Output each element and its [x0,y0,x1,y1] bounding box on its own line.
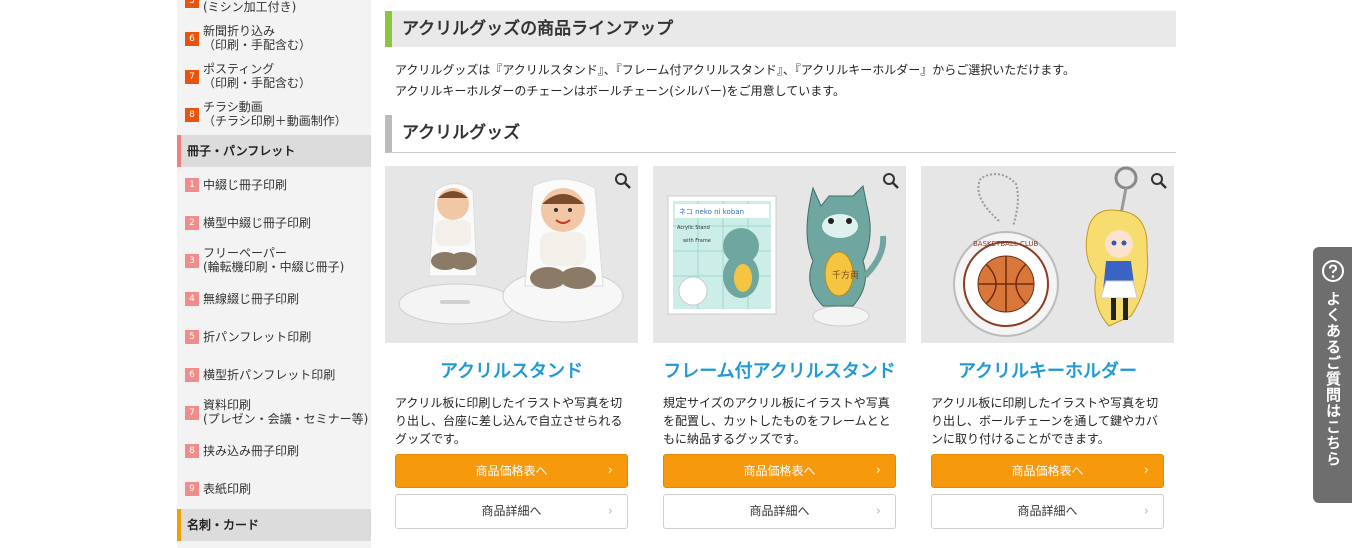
sidebar-item-perfect-binding[interactable]: 4 無線綴じ冊子印刷 [177,291,371,307]
product-title[interactable]: アクリルキーホルダー [921,357,1174,383]
sidebar-nav: 5 (ミシン加工付き) 6 新聞折り込み （印刷・手配含む） 7 ポスティング … [177,0,371,548]
chevron-right-icon: › [1143,463,1149,478]
sidebar-item-flyer-video[interactable]: 8 チラシ動画 （チラシ印刷＋動画制作） [177,100,371,130]
product-detail-button[interactable]: 商品詳細へ › [663,494,896,529]
sidebar-item-folded-pamphlet[interactable]: 5 折パンフレット印刷 [177,329,371,345]
product-description: 規定サイズのアクリル板にイラストや写真を配置し、カットしたものをフレームとともに… [663,396,891,446]
item-number-badge: 4 [185,292,199,306]
sidebar-item-label: 折パンフレット印刷 [203,330,312,344]
coin-text: 千方両 [832,269,859,281]
button-label: 商品詳細へ [1017,504,1078,518]
sidebar-item-label: フリーペーパー (輪転機印刷・中綴じ冊子) [203,246,345,274]
sidebar-item-label: 中綴じ冊子印刷 [203,178,288,192]
question-icon [1322,260,1344,282]
keyholder-illustration: BASKETBALL CLUB [921,166,1174,343]
item-number-badge: 8 [185,444,199,458]
sidebar-item-label: 表紙印刷 [203,482,252,496]
button-label: 商品詳細へ [481,504,542,518]
item-number-badge: 2 [185,216,199,230]
zoom-icon[interactable] [1150,172,1168,190]
faq-tab-label: よくあるご質問はこちら [1324,291,1342,467]
item-number-badge: 3 [185,254,199,268]
frame-caption-1: Acrylic Stand [677,225,710,231]
sidebar-item-landscape-saddle-stitch[interactable]: 2 横型中綴じ冊子印刷 [177,215,371,231]
product-image-frame-acrylic-stand[interactable]: ネコ neko ni koban Acrylic Stand with Fram… [653,166,906,343]
chevron-right-icon: › [1143,504,1149,519]
item-number-badge: 1 [185,178,199,192]
product-card-frame-acrylic-stand: ネコ neko ni koban Acrylic Stand with Fram… [653,166,906,536]
sidebar-item-newspaper-insert[interactable]: 6 新聞折り込み （印刷・手配含む） [177,24,371,54]
sidebar-item-free-paper[interactable]: 3 フリーペーパー (輪転機印刷・中綴じ冊子) [177,246,371,276]
product-description: アクリル板に印刷したイラストや写真を切り出し、台座に差し込んで自立させられるグッ… [395,396,623,446]
sidebar-item-document-print[interactable]: 7 資料印刷 (プレゼン・会議・セミナー等) [177,398,371,428]
sidebar-item-cover-print[interactable]: 9 表紙印刷 [177,481,371,497]
item-number-badge: 7 [185,406,199,420]
sidebar-item-label: 横型折パンフレット印刷 [203,368,336,382]
page-title: アクリルグッズの商品ラインアップ [385,11,1176,47]
sidebar-item-label: (ミシン加工付き) [203,0,297,14]
section-heading: アクリルグッズ [385,115,1176,153]
chevron-right-icon: › [607,504,613,519]
item-number-badge: 6 [185,368,199,382]
item-number-badge: 5 [185,330,199,344]
price-table-button[interactable]: 商品価格表へ › [931,454,1164,488]
product-image-acrylic-stand[interactable] [385,166,638,343]
cat-frame-stand-illustration: ネコ neko ni koban Acrylic Stand with Fram… [653,166,906,343]
chevron-right-icon: › [875,504,881,519]
button-label: 商品価格表へ [475,464,548,478]
baby-acrylic-stand-illustration [385,166,638,343]
price-table-button[interactable]: 商品価格表へ › [663,454,896,488]
sidebar-item-saddle-stitch[interactable]: 1 中綴じ冊子印刷 [177,177,371,193]
item-number-badge: 9 [185,482,199,496]
sidebar-item-label: 横型中綴じ冊子印刷 [203,216,312,230]
item-number-badge: 6 [185,32,199,46]
item-number-badge: 8 [185,108,199,122]
product-description: アクリル板に印刷したイラストや写真を切り出し、ボールチェーンを通して鍵やカバンに… [931,396,1159,446]
item-number-badge: 5 [185,0,199,8]
sidebar-item-label: チラシ動画 （チラシ印刷＋動画制作） [203,100,347,128]
chevron-right-icon: › [607,463,613,478]
sidebar-item-posting[interactable]: 7 ポスティング （印刷・手配含む） [177,62,371,92]
faq-tab-button[interactable]: よくあるご質問はこちら [1313,247,1352,503]
chevron-right-icon: › [875,463,881,478]
sidebar-item-label: 新聞折り込み （印刷・手配含む） [203,24,312,52]
sidebar-item-label: ポスティング （印刷・手配含む） [203,62,312,90]
zoom-icon[interactable] [614,172,632,190]
intro-line-1: アクリルグッズは『アクリルスタンド』、『フレーム付アクリルスタンド』、『アクリル… [395,63,1076,77]
intro-text: アクリルグッズは『アクリルスタンド』、『フレーム付アクリルスタンド』、『アクリル… [395,60,1185,102]
sidebar-item-insert-booklet[interactable]: 8 挟み込み冊子印刷 [177,443,371,459]
intro-line-2: アクリルキーホルダーのチェーンはボールチェーン(シルバー)をご用意しています。 [395,84,846,98]
product-card-acrylic-stand: アクリルスタンド アクリル板に印刷したイラストや写真を切り出し、台座に差し込んで… [385,166,638,536]
sidebar-item-5-top[interactable]: 5 (ミシン加工付き) [177,0,371,14]
sidebar-section-booklet[interactable]: 冊子・パンフレット [177,135,371,167]
product-detail-button[interactable]: 商品詳細へ › [931,494,1164,529]
button-label: 商品詳細へ [749,504,810,518]
product-card-acrylic-keyholder: BASKETBALL CLUB アクリルキーホルダー アクリル板に印刷したイラス… [921,166,1174,536]
button-label: 商品価格表へ [743,464,816,478]
sidebar-item-label: 無線綴じ冊子印刷 [203,292,300,306]
button-label: 商品価格表へ [1011,464,1084,478]
item-number-badge: 7 [185,70,199,84]
product-title[interactable]: フレーム付アクリルスタンド [653,357,906,383]
sidebar-item-label: 資料印刷 (プレゼン・会議・セミナー等) [203,398,369,426]
badge-text: BASKETBALL CLUB [973,240,1039,248]
product-image-acrylic-keyholder[interactable]: BASKETBALL CLUB [921,166,1174,343]
frame-title-text: ネコ neko ni koban [679,208,744,216]
sidebar-section-business-card[interactable]: 名刺・カード [177,509,371,541]
zoom-icon[interactable] [882,172,900,190]
product-detail-button[interactable]: 商品詳細へ › [395,494,628,529]
sidebar-item-label: 挟み込み冊子印刷 [203,444,300,458]
sidebar-item-landscape-folded-pamphlet[interactable]: 6 横型折パンフレット印刷 [177,367,371,383]
price-table-button[interactable]: 商品価格表へ › [395,454,628,488]
product-title[interactable]: アクリルスタンド [385,357,638,383]
frame-caption-2: with Frame [683,238,711,244]
